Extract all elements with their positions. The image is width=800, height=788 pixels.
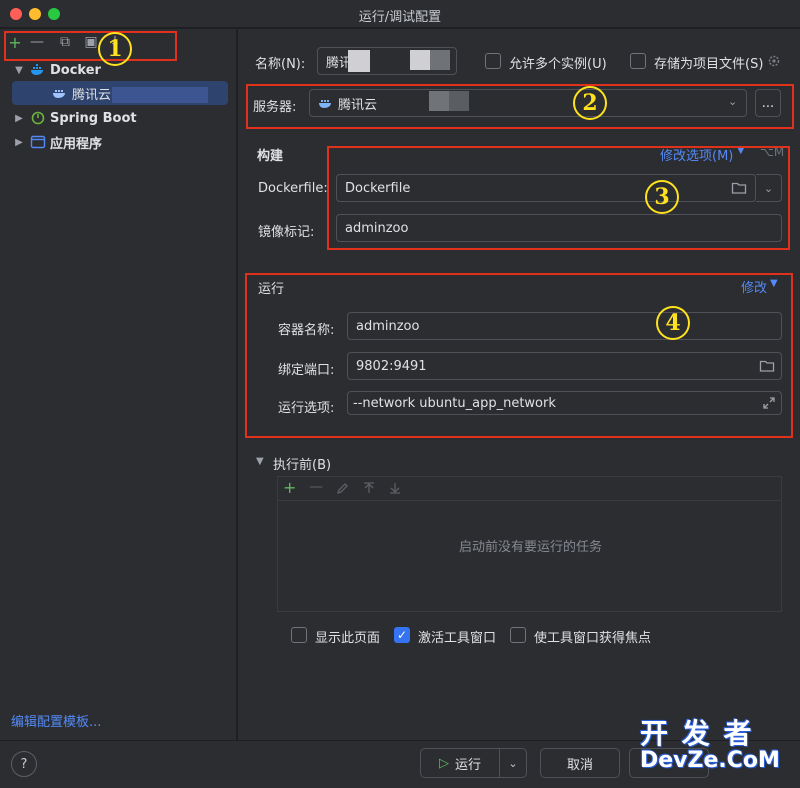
tree-item-springboot[interactable]: ▶ Spring Boot <box>12 107 137 129</box>
edit-templates-link[interactable]: 编辑配置模板... <box>11 711 101 730</box>
remove-task-button[interactable]: — <box>309 479 323 495</box>
annotation-number-2: 2 <box>573 86 607 120</box>
annotation-box-3 <box>327 146 790 250</box>
allow-multiple-label: 允许多个实例(U) <box>509 57 607 72</box>
store-as-file-checkbox[interactable] <box>630 53 646 69</box>
run-button[interactable]: ▷ 运行 <box>420 748 500 778</box>
annotation-box-2 <box>246 84 794 129</box>
annotation-box-1 <box>4 31 177 61</box>
build-section-header: 构建 <box>257 149 284 164</box>
add-task-button[interactable]: + <box>283 478 296 497</box>
annotation-number-3: 3 <box>645 180 679 214</box>
help-button[interactable]: ? <box>11 751 37 777</box>
redacted-area <box>348 50 370 72</box>
spring-boot-icon <box>31 111 45 125</box>
application-icon <box>30 135 46 149</box>
window-title: 运行/调试配置 <box>358 10 442 25</box>
redacted-area <box>410 50 430 70</box>
store-as-file-label: 存储为项目文件(S) <box>654 57 764 72</box>
gear-icon[interactable] <box>767 54 781 68</box>
tree-item-label: Spring Boot <box>50 110 137 126</box>
image-tag-label: 镜像标记: <box>258 225 315 240</box>
title-bar: 运行/调试配置 <box>0 0 800 28</box>
watermark-line-1: 开 发 者 <box>640 717 754 750</box>
move-down-icon[interactable] <box>388 481 402 495</box>
before-launch-toolbar <box>278 477 781 501</box>
check-icon: ✓ <box>396 628 408 642</box>
watermark-logo: 开 发 者 DevZe.CoM <box>640 720 780 772</box>
redacted-area <box>112 87 208 103</box>
chevron-right-icon: ▶ <box>15 136 23 148</box>
redacted-area <box>430 50 450 70</box>
tree-item-label: Docker <box>50 62 101 78</box>
activate-tool-window-label: 激活工具窗口 <box>418 631 497 646</box>
annotation-box-4 <box>245 273 793 438</box>
activate-tool-window-checkbox[interactable]: ✓ <box>394 627 410 643</box>
focus-tool-window-label: 使工具窗口获得焦点 <box>534 631 652 646</box>
docker-icon <box>53 90 65 98</box>
tree-item-application[interactable]: ▶ 应用程序 <box>12 131 102 153</box>
chevron-down-icon[interactable]: ▼ <box>256 456 264 467</box>
dockerfile-label: Dockerfile: <box>258 181 328 196</box>
before-launch-empty-text: 启动前没有要运行的任务 <box>459 540 603 555</box>
docker-icon <box>31 64 43 75</box>
run-dropdown-button[interactable]: ⌄ <box>499 748 527 778</box>
tree-item-label: 应用程序 <box>50 136 103 152</box>
tree-item-label: 腾讯云 <box>72 87 112 103</box>
cancel-button[interactable]: 取消 <box>540 748 620 778</box>
focus-tool-window-checkbox[interactable] <box>510 627 526 643</box>
chevron-down-icon: ▼ <box>15 64 23 76</box>
edit-icon[interactable] <box>336 481 350 495</box>
run-icon: ▷ <box>438 755 449 771</box>
annotation-number-1: 1 <box>98 32 132 66</box>
allow-multiple-checkbox[interactable] <box>485 53 501 69</box>
show-page-checkbox[interactable] <box>291 627 307 643</box>
chevron-down-icon: ⌄ <box>508 756 518 770</box>
tree-item-docker[interactable]: ▼ Docker <box>12 59 101 81</box>
watermark-line-2: DevZe.CoM <box>640 748 780 773</box>
run-button-label: 运行 <box>454 757 481 773</box>
move-up-icon[interactable] <box>362 481 376 495</box>
annotation-number-4: 4 <box>656 306 690 340</box>
config-tree-pane: + — ⧉ ▣ ↓ ▼ Docker 腾讯云 ▶ Spring Boot ▶ 应… <box>0 29 237 740</box>
before-launch-header[interactable]: 执行前(B) <box>273 454 331 473</box>
chevron-right-icon: ▶ <box>15 112 23 124</box>
show-page-label: 显示此页面 <box>315 631 381 646</box>
name-label: 名称(N): <box>255 57 306 72</box>
tree-item-tencent-label-row[interactable]: 腾讯云 <box>52 82 111 104</box>
